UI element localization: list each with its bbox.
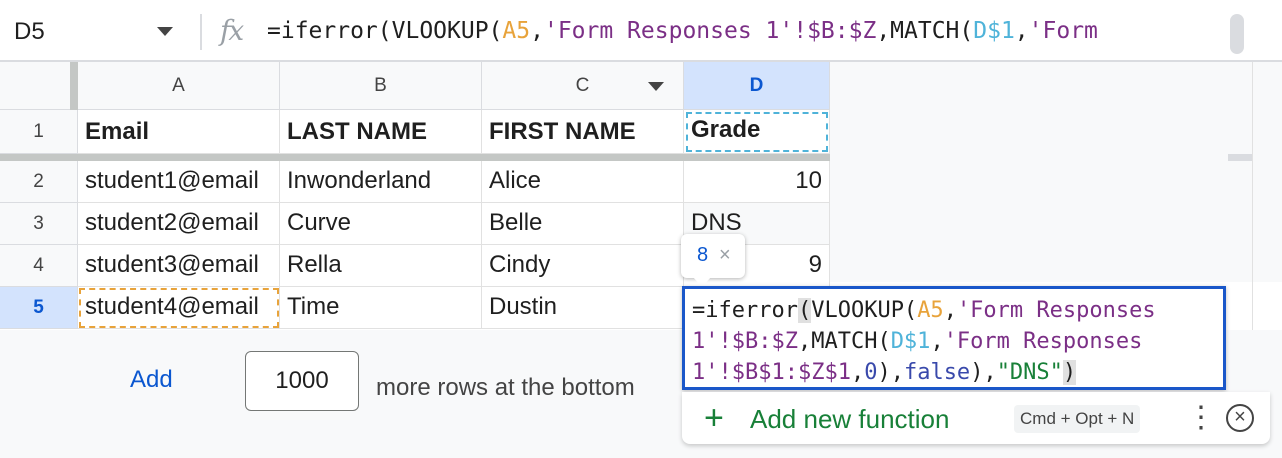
formula-bar: D5 fx =iferror(VLOOKUP(A5,'Form Response… — [0, 0, 1282, 62]
row-header-4[interactable]: 4 — [0, 245, 78, 287]
cell-a2[interactable]: student1@email — [78, 161, 280, 203]
cell-c5[interactable]: Dustin — [482, 287, 684, 329]
column-header-c[interactable]: C — [482, 62, 684, 110]
name-box-value[interactable]: D5 — [14, 18, 45, 46]
cell-a5[interactable]: student4@email — [78, 287, 280, 329]
editor-token: 0 — [864, 360, 878, 385]
cell-d1[interactable]: Grade — [684, 110, 830, 154]
formula-token: D$1 — [973, 18, 1015, 44]
editor-token: ,MATCH( — [797, 329, 891, 354]
cell-b3[interactable]: Curve — [280, 203, 482, 245]
cell-editor-text[interactable]: =iferror(VLOOKUP(A5,'Form Responses 1'!$… — [692, 295, 1156, 388]
cell-c2[interactable]: Alice — [482, 161, 684, 203]
fx-icon: fx — [220, 14, 244, 47]
row-header-5[interactable]: 5 — [0, 287, 78, 329]
editor-token: 1'!$B$1:$Z$1 — [692, 360, 851, 385]
cell-d2[interactable]: 10 — [684, 161, 830, 203]
cell-b2[interactable]: Inwonderland — [280, 161, 482, 203]
column-header-b[interactable]: B — [280, 62, 482, 110]
column-header-a[interactable]: A — [78, 62, 280, 110]
editor-token: ), — [970, 360, 997, 385]
column-header-d[interactable]: D — [684, 62, 830, 110]
editor-token: , — [943, 298, 957, 323]
editor-token: ) — [1062, 360, 1077, 385]
cell-b1[interactable]: LAST NAME — [280, 110, 482, 154]
column-header-label: C — [575, 75, 590, 96]
editor-token: 1'!$B:$Z — [692, 329, 798, 354]
freeze-row-handle[interactable] — [0, 154, 830, 161]
formula-token: VLOOKUP( — [391, 18, 503, 44]
close-circle-icon[interactable]: × — [1226, 404, 1254, 432]
value-preview-chip: 8 × — [681, 234, 745, 287]
editor-token: 'Form Responses — [956, 298, 1156, 323]
function-helper-bar: + Add new function Cmd + Opt + N ⋮ × — [682, 392, 1270, 444]
cell-a4[interactable]: student3@email — [78, 245, 280, 287]
cell-c4[interactable]: Cindy — [482, 245, 684, 287]
scrollbar[interactable] — [1230, 14, 1244, 54]
editor-token: A5 — [917, 298, 944, 323]
more-vert-icon[interactable]: ⋮ — [1186, 398, 1216, 438]
keyboard-shortcut-badge: Cmd + Opt + N — [1014, 405, 1141, 433]
rows-count-input[interactable]: 1000 — [245, 351, 359, 411]
add-rows-label: more rows at the bottom — [376, 374, 635, 401]
freeze-column-handle[interactable] — [70, 62, 78, 110]
divider — [200, 14, 202, 50]
grid-empty-area — [830, 62, 1282, 282]
chevron-down-icon[interactable] — [157, 27, 173, 36]
editor-token: false — [903, 360, 971, 385]
cell-editor[interactable]: =iferror(VLOOKUP(A5,'Form Responses 1'!$… — [682, 286, 1226, 390]
cell-b5[interactable]: Time — [280, 287, 482, 329]
formula-token: , — [1014, 18, 1029, 44]
cell-c1[interactable]: FIRST NAME — [482, 110, 684, 154]
formula-token: =iferror( — [267, 18, 392, 44]
row-header-1[interactable]: 1 — [0, 110, 78, 154]
editor-token: 'Form Responses — [943, 329, 1143, 354]
formula-token: A5 — [502, 18, 531, 44]
close-icon[interactable]: × — [719, 244, 731, 267]
formula-token: 'Form — [1028, 18, 1098, 44]
add-new-function-button[interactable]: Add new function — [750, 404, 949, 435]
cell-a1[interactable]: Email — [78, 110, 280, 154]
formula-token: , — [530, 18, 544, 44]
formula-token: 'Form Responses 1'!$B:$Z — [543, 18, 877, 44]
editor-token: ( — [797, 298, 812, 323]
editor-token: D$1 — [890, 329, 931, 354]
cell-c3[interactable]: Belle — [482, 203, 684, 245]
editor-token: =iferror — [692, 298, 798, 323]
editor-token: ), — [877, 360, 904, 385]
name-box[interactable]: D5 — [0, 0, 196, 62]
value-preview: 8 — [697, 244, 709, 266]
freeze-row-handle-end — [1228, 154, 1252, 161]
plus-icon[interactable]: + — [704, 398, 724, 438]
select-all-corner[interactable] — [0, 62, 78, 110]
editor-token: VLOOKUP( — [811, 298, 918, 323]
row-header-2[interactable]: 2 — [0, 161, 78, 203]
add-rows-button[interactable]: Add — [130, 366, 173, 394]
row-header-3[interactable]: 3 — [0, 203, 78, 245]
cell-b4[interactable]: Rella — [280, 245, 482, 287]
editor-token: , — [930, 329, 944, 354]
editor-token: , — [850, 360, 865, 385]
cell-a3[interactable]: student2@email — [78, 203, 280, 245]
filter-dropdown-icon[interactable] — [648, 82, 664, 91]
formula-input[interactable]: =iferror(VLOOKUP(A5,'Form Responses 1'!$… — [267, 18, 1098, 44]
formula-token: ,MATCH( — [876, 18, 974, 44]
editor-token: "DNS" — [996, 360, 1063, 385]
